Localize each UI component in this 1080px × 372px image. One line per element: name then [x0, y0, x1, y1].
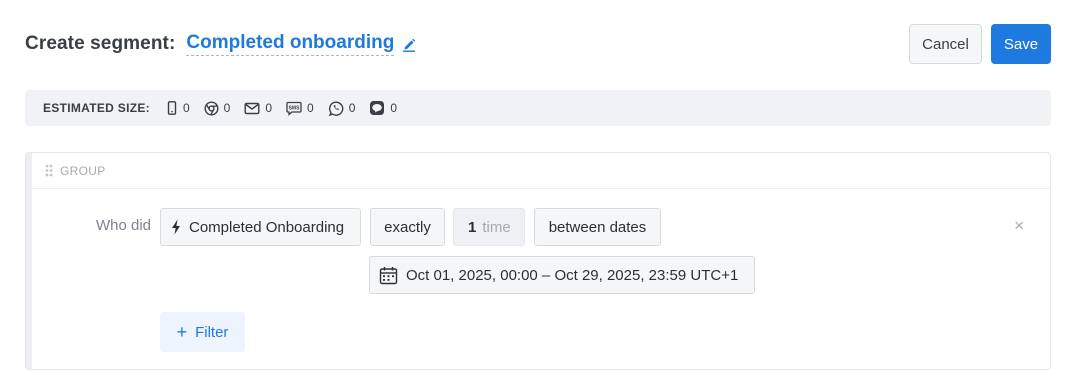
who-did-label: Who did [96, 217, 152, 234]
email-icon [244, 102, 260, 115]
add-filter-button[interactable]: + Filter [160, 312, 245, 352]
estimated-size-label: ESTIMATED SIZE: [43, 101, 150, 115]
date-range-text: Oct 01, 2025, 00:00 – Oct 29, 2025, 23:5… [406, 266, 739, 284]
create-segment-page: Create segment: Completed onboarding Can… [0, 0, 1080, 372]
count-unit: time [482, 218, 511, 236]
email-count: 0 [265, 101, 273, 115]
remove-condition-icon[interactable]: × [1014, 217, 1024, 235]
estimated-size-bar: ESTIMATED SIZE: 0 0 0 SMS 0 0 0 [25, 90, 1051, 126]
sms-channel: SMS 0 [286, 101, 314, 116]
segment-group: GROUP Who did Completed Onboarding exact… [25, 152, 1051, 370]
whatsapp-icon [328, 100, 344, 116]
mobile-count: 0 [182, 101, 190, 115]
filter-label: Filter [195, 323, 229, 341]
whatsapp-channel: 0 [328, 100, 356, 116]
group-header: GROUP [32, 153, 1050, 189]
count-value: 1 [468, 218, 477, 236]
email-channel: 0 [244, 101, 272, 115]
count-input[interactable]: 1 time [453, 208, 525, 246]
sms-icon: SMS [286, 101, 302, 116]
whatsapp-count: 0 [348, 101, 356, 115]
save-button[interactable]: Save [991, 24, 1051, 64]
event-selector[interactable]: Completed Onboarding [160, 208, 361, 246]
sms-count: 0 [307, 101, 314, 115]
mobile-channel: 0 [166, 101, 190, 115]
line-channel: 0 [369, 100, 397, 116]
operator-selector[interactable]: exactly [370, 208, 445, 246]
chrome-channel: 0 [204, 100, 231, 116]
event-name: Completed Onboarding [189, 218, 345, 236]
mobile-icon [166, 101, 178, 115]
chrome-count: 0 [223, 101, 231, 115]
drag-handle-icon[interactable] [45, 164, 53, 177]
line-icon [369, 100, 385, 116]
cancel-button[interactable]: Cancel [909, 24, 982, 64]
segment-name-field[interactable]: Completed onboarding [186, 32, 395, 56]
page-title: Create segment: [25, 33, 176, 54]
range-type-selector[interactable]: between dates [534, 208, 661, 246]
calendar-icon [379, 266, 398, 285]
date-range-picker[interactable]: Oct 01, 2025, 00:00 – Oct 29, 2025, 23:5… [369, 256, 755, 294]
lightning-icon [171, 219, 181, 235]
line-count: 0 [390, 101, 398, 115]
chrome-icon [204, 100, 219, 116]
plus-icon: + [176, 322, 188, 342]
svg-text:SMS: SMS [289, 105, 301, 111]
header: Create segment: Completed onboarding Can… [25, 24, 1051, 64]
group-label: GROUP [60, 163, 106, 178]
pencil-icon[interactable] [402, 36, 416, 52]
